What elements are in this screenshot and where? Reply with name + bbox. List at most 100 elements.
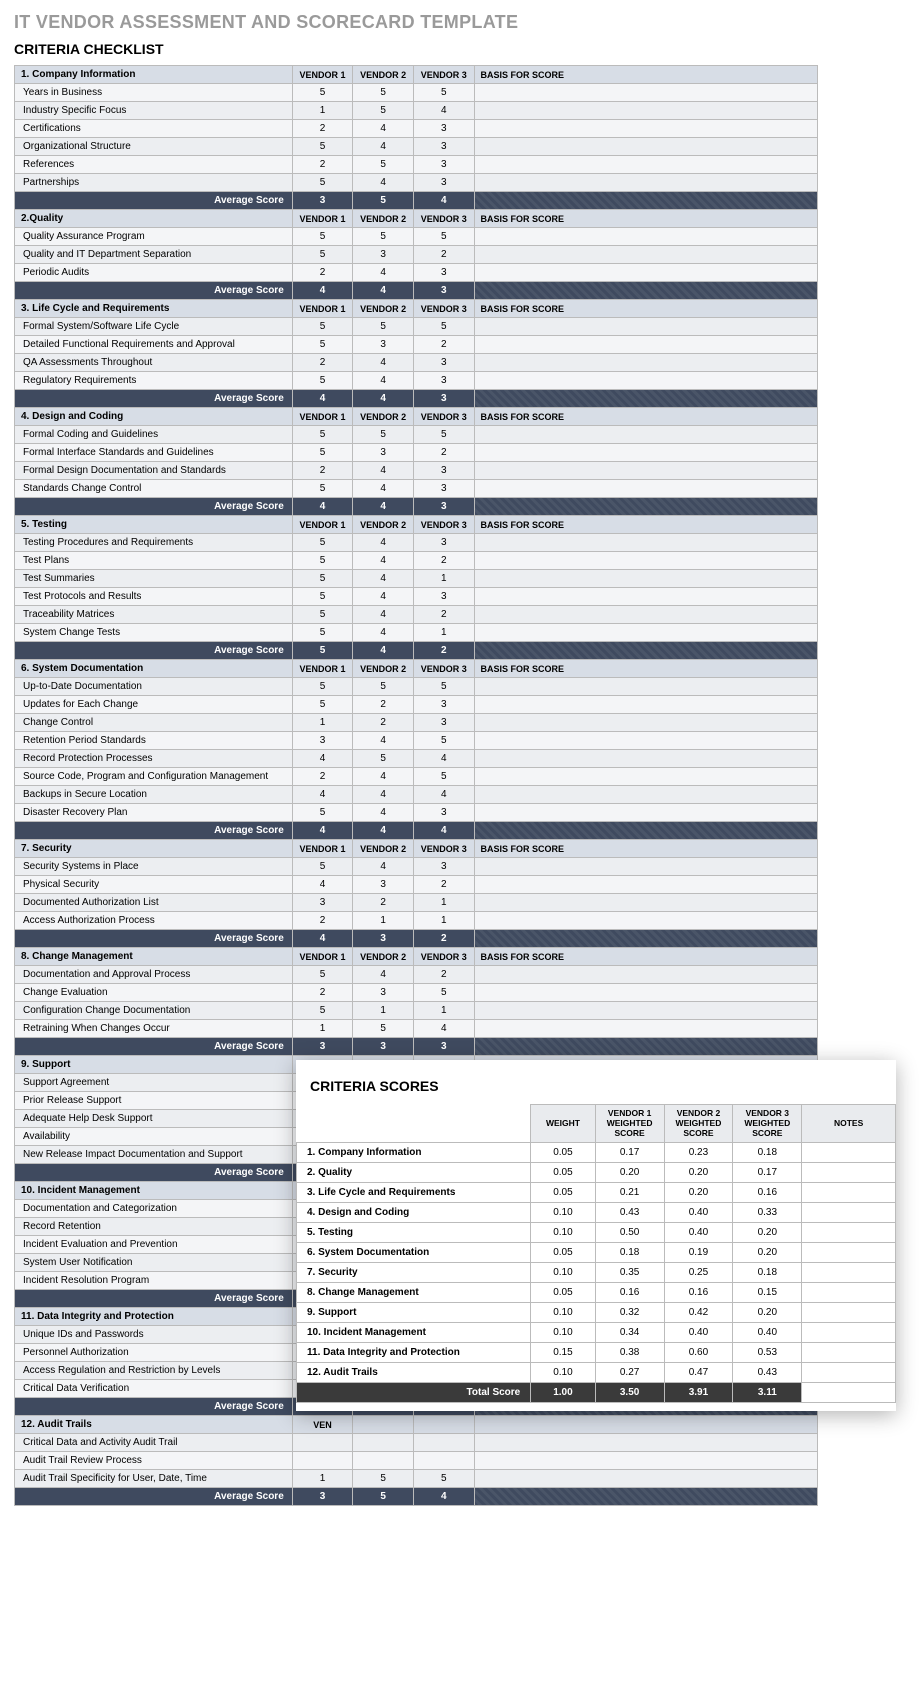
basis-header: BASIS FOR SCORE [474,66,817,84]
overlay-row-name: 4. Design and Coding [297,1203,531,1223]
weight-cell: 0.10 [531,1203,595,1223]
score-cell: 5 [292,246,353,264]
row-name: Formal Coding and Guidelines [15,426,293,444]
table-row: Test Protocols and Results543 [15,588,818,606]
score-cell: 2 [292,354,353,372]
vendor-col-header: VENDOR 1 [292,210,353,228]
basis-cell [474,336,817,354]
table-row: Critical Data and Activity Audit Trail [15,1434,818,1452]
weighted-score-cell: 0.16 [664,1283,733,1303]
weighted-score-cell: 0.16 [595,1283,664,1303]
vendor-col-header: VENDOR 1 [292,408,353,426]
score-cell: 2 [413,444,474,462]
row-name: Quality and IT Department Separation [15,246,293,264]
row-name: References [15,156,293,174]
score-cell: 4 [353,858,414,876]
overlay-row-name: 1. Company Information [297,1143,531,1163]
score-cell: 5 [353,318,414,336]
notes-cell [802,1323,896,1343]
row-name: Formal Interface Standards and Guideline… [15,444,293,462]
score-cell: 1 [292,1470,353,1488]
score-cell: 5 [353,1020,414,1038]
basis-cell [474,444,817,462]
overlay-row: 8. Change Management0.050.160.160.15 [297,1283,896,1303]
row-name: System User Notification [15,1254,293,1272]
row-name: Source Code, Program and Configuration M… [15,768,293,786]
average-label: Average Score [15,498,293,516]
average-value: 3 [292,1038,353,1056]
weighted-score-cell: 0.20 [733,1243,802,1263]
weighted-score-cell: 0.20 [733,1223,802,1243]
weighted-score-cell: 0.32 [595,1303,664,1323]
average-value: 4 [292,822,353,840]
weight-cell: 0.10 [531,1323,595,1343]
total-score: 3.50 [595,1383,664,1403]
weighted-score-cell: 0.33 [733,1203,802,1223]
overlay-row: 6. System Documentation0.050.180.190.20 [297,1243,896,1263]
vendor-col-header: VENDOR 3 [413,840,474,858]
table-row: Quality Assurance Program555 [15,228,818,246]
notes-cell [802,1283,896,1303]
score-cell: 4 [353,534,414,552]
row-name: Documented Authorization List [15,894,293,912]
vendor-col-header: VENDOR 3 [413,948,474,966]
average-value: 4 [292,282,353,300]
weighted-score-cell: 0.20 [595,1163,664,1183]
basis-cell [474,1434,817,1452]
vendor-col-header: VENDOR 2 [353,948,414,966]
score-cell: 4 [292,750,353,768]
score-cell: 5 [292,966,353,984]
overlay-row: 4. Design and Coding0.100.430.400.33 [297,1203,896,1223]
table-row: Record Protection Processes454 [15,750,818,768]
basis-cell [474,1470,817,1488]
weighted-score-cell: 0.50 [595,1223,664,1243]
weighted-score-cell: 0.17 [733,1163,802,1183]
row-name: Critical Data Verification [15,1380,293,1398]
table-row: Disaster Recovery Plan543 [15,804,818,822]
weighted-score-cell: 0.20 [664,1183,733,1203]
score-cell: 5 [292,606,353,624]
overlay-row: 7. Security0.100.350.250.18 [297,1263,896,1283]
score-cell: 2 [292,156,353,174]
row-name: Certifications [15,120,293,138]
vendor-col-header: VENDOR 2 [353,66,414,84]
score-cell: 3 [353,444,414,462]
overlay-row: 5. Testing0.100.500.400.20 [297,1223,896,1243]
weighted-score-cell: 0.21 [595,1183,664,1203]
overlay-row: 11. Data Integrity and Protection0.150.3… [297,1343,896,1363]
score-cell: 4 [353,966,414,984]
row-name: Test Summaries [15,570,293,588]
weight-cell: 0.10 [531,1363,595,1383]
score-cell: 1 [413,570,474,588]
basis-cell [474,624,817,642]
weighted-score-cell: 0.43 [595,1203,664,1223]
basis-header: BASIS FOR SCORE [474,210,817,228]
overlay-row: 12. Audit Trails0.100.270.470.43 [297,1363,896,1383]
score-cell: 5 [292,336,353,354]
vendor-col-header: VENDOR 1 [292,300,353,318]
score-cell: 4 [353,606,414,624]
vendor-col-header: VENDOR 2 [353,516,414,534]
average-label: Average Score [15,192,293,210]
row-name: Record Retention [15,1218,293,1236]
score-cell: 3 [413,138,474,156]
row-name: Documentation and Categorization [15,1200,293,1218]
section-title: 9. Support [15,1056,293,1074]
weighted-score-cell: 0.40 [664,1323,733,1343]
row-name: Incident Resolution Program [15,1272,293,1290]
overlay-row-name: 8. Change Management [297,1283,531,1303]
basis-cell [474,1002,817,1020]
score-cell: 4 [353,354,414,372]
average-value: 4 [292,498,353,516]
vendor-col-header: VENDOR 1 [292,516,353,534]
average-value: 4 [292,930,353,948]
vendor-col-header: VENDOR 3 [413,408,474,426]
basis-cell [474,678,817,696]
average-row: Average Score333 [15,1038,818,1056]
basis-cell [474,606,817,624]
row-name: Unique IDs and Passwords [15,1326,293,1344]
overlay-row: 3. Life Cycle and Requirements0.050.210.… [297,1183,896,1203]
score-cell: 2 [413,606,474,624]
row-name: Documentation and Approval Process [15,966,293,984]
notes-cell [802,1143,896,1163]
